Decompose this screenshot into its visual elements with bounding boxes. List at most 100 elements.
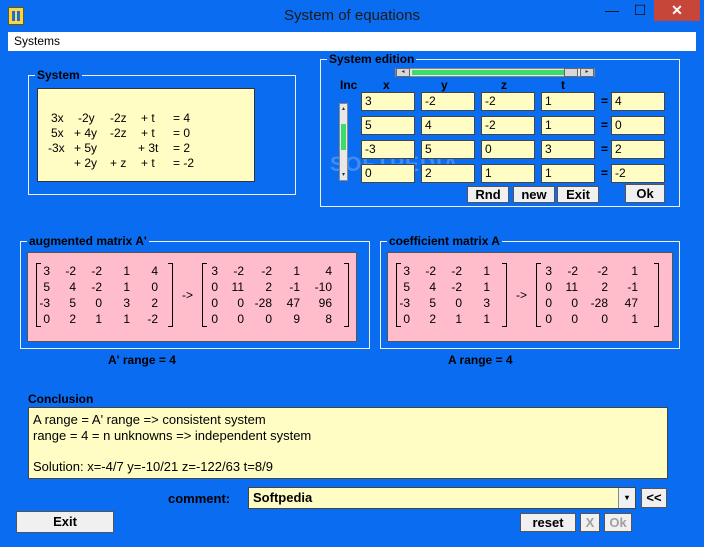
matrix-row: 3 -2 -2 1 4 — [43, 264, 158, 278]
scroll-down-arrow[interactable]: ▾ — [340, 170, 347, 180]
previous-comment-button[interactable]: << — [641, 488, 667, 508]
equals-sign: = — [601, 118, 609, 132]
augmented-range: A' range = 4 — [108, 353, 176, 367]
matrix-row: 3 -2 -2 1 — [545, 264, 638, 278]
maximize-button[interactable]: ☐ — [626, 0, 654, 21]
client-area: System 3x -2y -2z + t = 4 5x + 4y -2z + t = 0 -3… — [8, 51, 696, 539]
conclusion-line: range = 4 = n unknowns => independent sy… — [33, 428, 312, 443]
column-slider[interactable]: ◂ ▸ — [395, 68, 595, 77]
equals-sign: = — [601, 166, 609, 180]
slider-right-arrow[interactable]: ▸ — [580, 68, 594, 77]
coefficient-matrix-display: 3 -2 -2 1 5 4 -2 1 -3 5 0 3 0211 -> 3 -2 -2 1 — [388, 253, 674, 343]
scroll-thumb[interactable] — [341, 124, 346, 150]
coef-cell[interactable]: 5 — [421, 140, 475, 159]
coef-cell[interactable]: 1 — [541, 92, 595, 111]
matrix-row: 0 0 -28 47 96 — [211, 296, 332, 310]
matrix-row: 5 4 -2 1 0 — [43, 280, 158, 294]
system-edition-legend: System edition — [327, 52, 417, 66]
coef-cell[interactable]: 2 — [421, 164, 475, 183]
equation-line: 3x -2y -2z + t = 4 — [51, 111, 191, 125]
solution-line: Solution: x=-4/7 y=-10/21 z=-122/63 t=8/… — [33, 459, 273, 474]
augmented-matrix-panel: 3 -2 -2 1 4 5 4 -2 1 0 -3 5 0 3 2 0 2 1 1 -2 -> 3 -2 -2 1 4 — [27, 252, 357, 342]
rhs-cell[interactable]: 2 — [611, 140, 665, 159]
edition-ok-button[interactable]: Ok — [625, 184, 665, 203]
equation-line: -3x + 5y + 3t = 2 — [48, 141, 191, 155]
menu-bar: Systems — [8, 32, 696, 51]
rhs-cell[interactable]: 4 — [611, 92, 665, 111]
row-scrollbar[interactable]: ▴ ▾ — [339, 103, 348, 181]
scroll-up-arrow[interactable]: ▴ — [340, 104, 347, 114]
matrix-row: 5 4 -2 1 — [403, 280, 490, 294]
transform-arrow: -> — [182, 288, 194, 302]
edition-exit-button[interactable]: Exit — [557, 186, 599, 203]
augmented-matrix-group: augmented matrix A' 3 -2 -2 1 4 5 4 -2 1 0 -3 5 0 3… — [20, 234, 370, 349]
conclusion-line: A range = A' range => consistent system — [33, 412, 266, 427]
reset-button[interactable]: reset — [520, 513, 576, 532]
slider-fill — [412, 70, 572, 75]
cancel-button[interactable]: X — [580, 513, 600, 532]
coef-cell[interactable]: 4 — [421, 116, 475, 135]
comment-value: Softpedia — [253, 490, 313, 505]
coef-cell[interactable]: 1 — [541, 164, 595, 183]
coef-cell[interactable]: 1 — [541, 116, 595, 135]
slider-thumb[interactable] — [564, 68, 578, 77]
matrix-row: 00098 — [211, 312, 332, 326]
rnd-button[interactable]: Rnd — [467, 186, 509, 203]
equals-sign: = — [601, 94, 609, 108]
transform-arrow: -> — [516, 288, 528, 302]
matrix-row: 0 11 2 -1 -10 — [211, 280, 332, 294]
matrix-row: 0211 — [403, 312, 490, 326]
conclusion-box: A range = A' range => consistent system … — [28, 407, 668, 479]
header-z: z — [501, 78, 507, 92]
system-equations: 3x -2y -2z + t = 4 5x + 4y -2z + t = 0 -3x + 5y + … — [37, 88, 255, 182]
inc-label: Inc — [340, 78, 358, 92]
system-group: System 3x -2y -2z + t = 4 5x + 4y -2z + t = 0 -3… — [28, 68, 296, 195]
coef-cell[interactable]: 0 — [361, 164, 415, 183]
coef-cell[interactable]: 1 — [481, 164, 535, 183]
augmented-legend: augmented matrix A' — [27, 234, 149, 248]
ok-button[interactable]: Ok — [604, 513, 632, 532]
coef-cell[interactable]: -2 — [421, 92, 475, 111]
equation-line: 5x + 4y -2z + t = 0 — [51, 126, 191, 140]
coef-cell[interactable]: 0 — [481, 140, 535, 159]
matrix-row: 0001 — [545, 312, 638, 326]
slider-left-arrow[interactable]: ◂ — [396, 68, 410, 77]
coef-cell[interactable]: 5 — [361, 116, 415, 135]
chevron-down-icon[interactable]: ▾ — [618, 488, 635, 508]
new-button[interactable]: new — [513, 186, 555, 203]
system-legend: System — [35, 68, 82, 82]
matrix-row: 0 0 -28 47 — [545, 296, 638, 310]
matrix-row: 3 -2 -2 1 4 — [211, 264, 332, 278]
coef-cell[interactable]: -3 — [361, 140, 415, 159]
minimize-button[interactable]: — — [598, 0, 626, 21]
conclusion-label: Conclusion — [28, 392, 94, 406]
matrix-row: 0 11 2 -1 — [545, 280, 638, 294]
header-y: y — [441, 78, 448, 92]
rhs-cell[interactable]: 0 — [611, 116, 665, 135]
matrix-row: 3 -2 -2 1 — [403, 264, 490, 278]
coef-cell[interactable]: 3 — [541, 140, 595, 159]
coef-cell[interactable]: 3 — [361, 92, 415, 111]
system-edition-group: System edition ◂ ▸ Inc x y z t ▴ ▾ 3 -2 … — [320, 52, 680, 207]
coefficient-range: A range = 4 — [448, 353, 513, 367]
menu-systems[interactable]: Systems — [14, 34, 60, 48]
matrix-row: 0 2 1 1 -2 — [43, 312, 158, 326]
close-button[interactable]: ✕ — [654, 0, 700, 21]
coef-cell[interactable]: -2 — [481, 92, 535, 111]
title-bar: System of equations — ☐ ✕ — [0, 0, 704, 32]
comment-label: comment: — [168, 491, 231, 506]
matrix-row: -3 5 0 3 — [399, 296, 490, 310]
coefficient-legend: coefficient matrix A — [387, 234, 502, 248]
comment-combobox[interactable]: Softpedia ▾ — [248, 487, 636, 509]
equals-sign: = — [601, 142, 609, 156]
coefficient-matrix-group: coefficient matrix A 3 -2 -2 1 5 4 -2 1 -3 5 0 3 … — [380, 234, 680, 349]
rhs-cell[interactable]: -2 — [611, 164, 665, 183]
matrix-row: -3 5 0 3 2 — [39, 296, 158, 310]
coef-cell[interactable]: -2 — [481, 116, 535, 135]
equation-line: + 2y + z + t = -2 — [74, 156, 195, 170]
coefficient-matrix-panel: 3 -2 -2 1 5 4 -2 1 -3 5 0 3 0211 -> 3 -2 -2 1 — [387, 252, 673, 342]
header-t: t — [561, 78, 565, 92]
exit-button[interactable]: Exit — [16, 511, 114, 533]
header-x: x — [383, 78, 390, 92]
augmented-matrix-display: 3 -2 -2 1 4 5 4 -2 1 0 -3 5 0 3 2 0 2 1 1 -2 -> 3 -2 -2 1 4 — [28, 253, 358, 343]
